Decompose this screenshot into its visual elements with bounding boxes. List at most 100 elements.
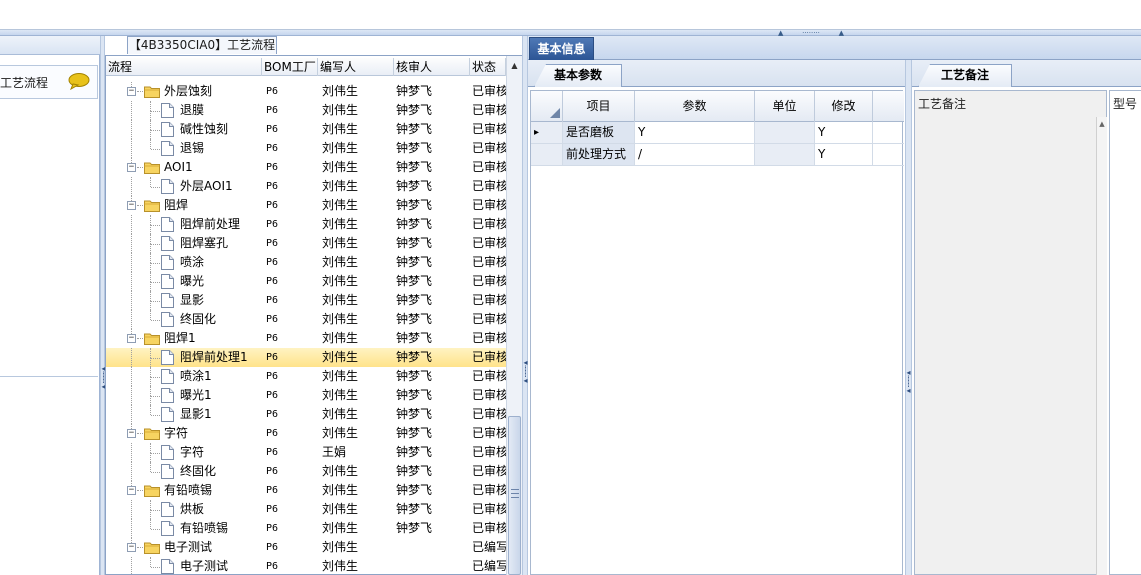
tree-row[interactable]: 显影1 P6 刘伟生 钟梦飞 已审核 [106,405,506,424]
tree-folder-row[interactable]: − 阻焊 P6 刘伟生 钟梦飞 已审核 [106,196,506,215]
tree-row[interactable]: 阻焊塞孔 P6 刘伟生 钟梦飞 已审核 [106,234,506,253]
column-header-bom[interactable]: BOM工厂 [262,58,318,76]
notes-tab-bar: 工艺备注 [912,60,1141,87]
tree-row[interactable]: 退锡 P6 刘伟生 钟梦飞 已审核 [106,139,506,158]
left-nav-lower [0,376,98,575]
notes-scrollbar[interactable]: ▲ [1096,117,1107,575]
tree-folder-row[interactable]: − 电子测试 P6 刘伟生 已编写 [106,538,506,557]
tab-process-notes[interactable]: 工艺备注 [918,64,1012,87]
right-splitter[interactable]: ◂ ⁞ ⁞ ◂ [905,60,912,575]
column-header-modify[interactable]: 修改 [815,91,873,122]
tree-row[interactable]: 阻焊前处理1 P6 刘伟生 钟梦飞 已审核 [106,348,506,367]
column-header-param[interactable]: 参数 [635,91,755,122]
bom-factory-cell: P6 [266,542,279,553]
bom-factory-cell: P6 [266,276,279,287]
params-grid[interactable]: 项目 参数 单位 修改 ▸ 是否磨板 Y Y 前处理方式 / Y [530,90,904,575]
reviewer-cell: 钟梦飞 [396,122,433,136]
param-item-cell[interactable]: 前处理方式 [563,144,635,165]
column-header-item[interactable]: 项目 [563,91,635,122]
tree-connector [150,234,151,244]
process-notes-field[interactable]: 工艺备注 ▲ [914,90,1107,575]
tree-connector [131,139,132,158]
param-unit-cell[interactable] [755,144,815,165]
collapse-toggle-icon[interactable]: − [127,163,136,172]
reviewer-cell: 钟梦飞 [396,198,433,212]
tree-folder-row[interactable]: − 字符 P6 刘伟生 钟梦飞 已审核 [106,424,506,443]
bom-factory-cell: P6 [266,447,279,458]
status-cell: 已审核 [472,350,506,364]
param-modify-cell[interactable]: Y [815,144,873,165]
reviewer-cell: 钟梦飞 [396,331,433,345]
tree-row[interactable]: 终固化 P6 刘伟生 钟梦飞 已审核 [106,462,506,481]
collapse-toggle-icon[interactable]: − [127,334,136,343]
tree-row[interactable]: 显影 P6 刘伟生 钟梦飞 已审核 [106,291,506,310]
tree-folder-row[interactable]: − 外层蚀刻 P6 刘伟生 钟梦飞 已审核 [106,82,506,101]
tree-connector [131,519,132,538]
document-icon [161,369,174,384]
bom-factory-cell: P6 [266,485,279,496]
status-cell: 已审核 [472,236,506,250]
tree-connector [131,291,132,310]
param-item-cell[interactable]: 是否磨板 [563,122,635,143]
tree-folder-row[interactable]: − 阻焊1 P6 刘伟生 钟梦飞 已审核 [106,329,506,348]
tree-node-label: 有铅喷锡 [164,483,213,497]
status-cell: 已审核 [472,103,506,117]
params-row[interactable]: 前处理方式 / Y [531,144,904,166]
tree-scrollbar[interactable]: ▲ [506,56,522,575]
tree-row[interactable]: 有铅喷锡 P6 刘伟生 钟梦飞 已审核 [106,519,506,538]
param-value-cell[interactable]: Y [635,122,755,143]
tree-connector [131,386,132,405]
bom-factory-cell: P6 [266,257,279,268]
scroll-up-arrow-icon[interactable]: ▲ [507,58,522,74]
column-header-flow[interactable]: 流程 [106,58,262,76]
collapse-toggle-icon[interactable]: − [127,201,136,210]
tree-row[interactable]: 喷涂 P6 刘伟生 钟梦飞 已审核 [106,253,506,272]
tree-row[interactable]: 电子测试 P6 刘伟生 已编写 [106,557,506,575]
author-cell: 刘伟生 [322,388,359,402]
collapse-toggle-icon[interactable]: − [127,543,136,552]
tree-row[interactable]: 终固化 P6 刘伟生 钟梦飞 已审核 [106,310,506,329]
document-icon [161,312,174,327]
params-row[interactable]: ▸ 是否磨板 Y Y [531,122,904,144]
scrollbar-thumb[interactable] [508,416,521,575]
model-field[interactable]: 型号 [1109,90,1141,575]
tab-basic-info[interactable]: 基本信息 [529,37,594,60]
author-cell: 刘伟生 [322,84,359,98]
param-modify-cell[interactable]: Y [815,122,873,143]
collapse-toggle-icon[interactable]: − [127,486,136,495]
process-tree-grid[interactable]: 流程 BOM工厂 编写人 核审人 状态 − 外层蚀刻 P6 刘伟生 钟梦飞 已审核 退膜 P6… [105,55,522,575]
left-nav-header [0,36,100,55]
tab-basic-params[interactable]: 基本参数 [534,64,622,87]
status-cell: 已审核 [472,84,506,98]
tree-row[interactable]: 曝光1 P6 刘伟生 钟梦飞 已审核 [106,386,506,405]
splitter-arrow-icon[interactable]: ◂ ⁞ ⁞ ◂ [906,369,911,395]
tree-row[interactable]: 阻焊前处理 P6 刘伟生 钟梦飞 已审核 [106,215,506,234]
collapse-toggle-icon[interactable]: − [127,87,136,96]
folder-icon [144,485,160,497]
tree-connector [131,234,132,253]
column-header-status[interactable]: 状态 [470,58,506,76]
tree-row[interactable]: 曝光 P6 刘伟生 钟梦飞 已审核 [106,272,506,291]
tree-row[interactable]: 喷涂1 P6 刘伟生 钟梦飞 已审核 [106,367,506,386]
tree-connector [151,396,160,397]
tree-folder-row[interactable]: − 有铅喷锡 P6 刘伟生 钟梦飞 已审核 [106,481,506,500]
param-unit-cell[interactable] [755,122,815,143]
tree-row[interactable]: 字符 P6 王娟 钟梦飞 已审核 [106,443,506,462]
tree-row[interactable]: 烘板 P6 刘伟生 钟梦飞 已审核 [106,500,506,519]
tree-connector [150,244,151,253]
column-header-reviewer[interactable]: 核审人 [394,58,470,76]
collapse-toggle-icon[interactable]: − [127,429,136,438]
param-value-cell[interactable]: / [635,144,755,165]
column-header-unit[interactable]: 单位 [755,91,815,122]
tree-node-label: 阻焊1 [164,331,196,345]
bom-factory-cell: P6 [266,390,279,401]
column-header-author[interactable]: 编写人 [318,58,394,76]
tree-row[interactable]: 碱性蚀刻 P6 刘伟生 钟梦飞 已审核 [106,120,506,139]
tree-row[interactable]: 退膜 P6 刘伟生 钟梦飞 已审核 [106,101,506,120]
tree-row[interactable]: 外层AOI1 P6 刘伟生 钟梦飞 已审核 [106,177,506,196]
nav-item-process-flow[interactable]: 工艺流程 [0,65,98,99]
tree-connector [150,310,151,320]
tree-folder-row[interactable]: − AOI1 P6 刘伟生 钟梦飞 已审核 [106,158,506,177]
tree-connector [131,215,132,234]
tree-node-label: 字符 [180,445,205,459]
